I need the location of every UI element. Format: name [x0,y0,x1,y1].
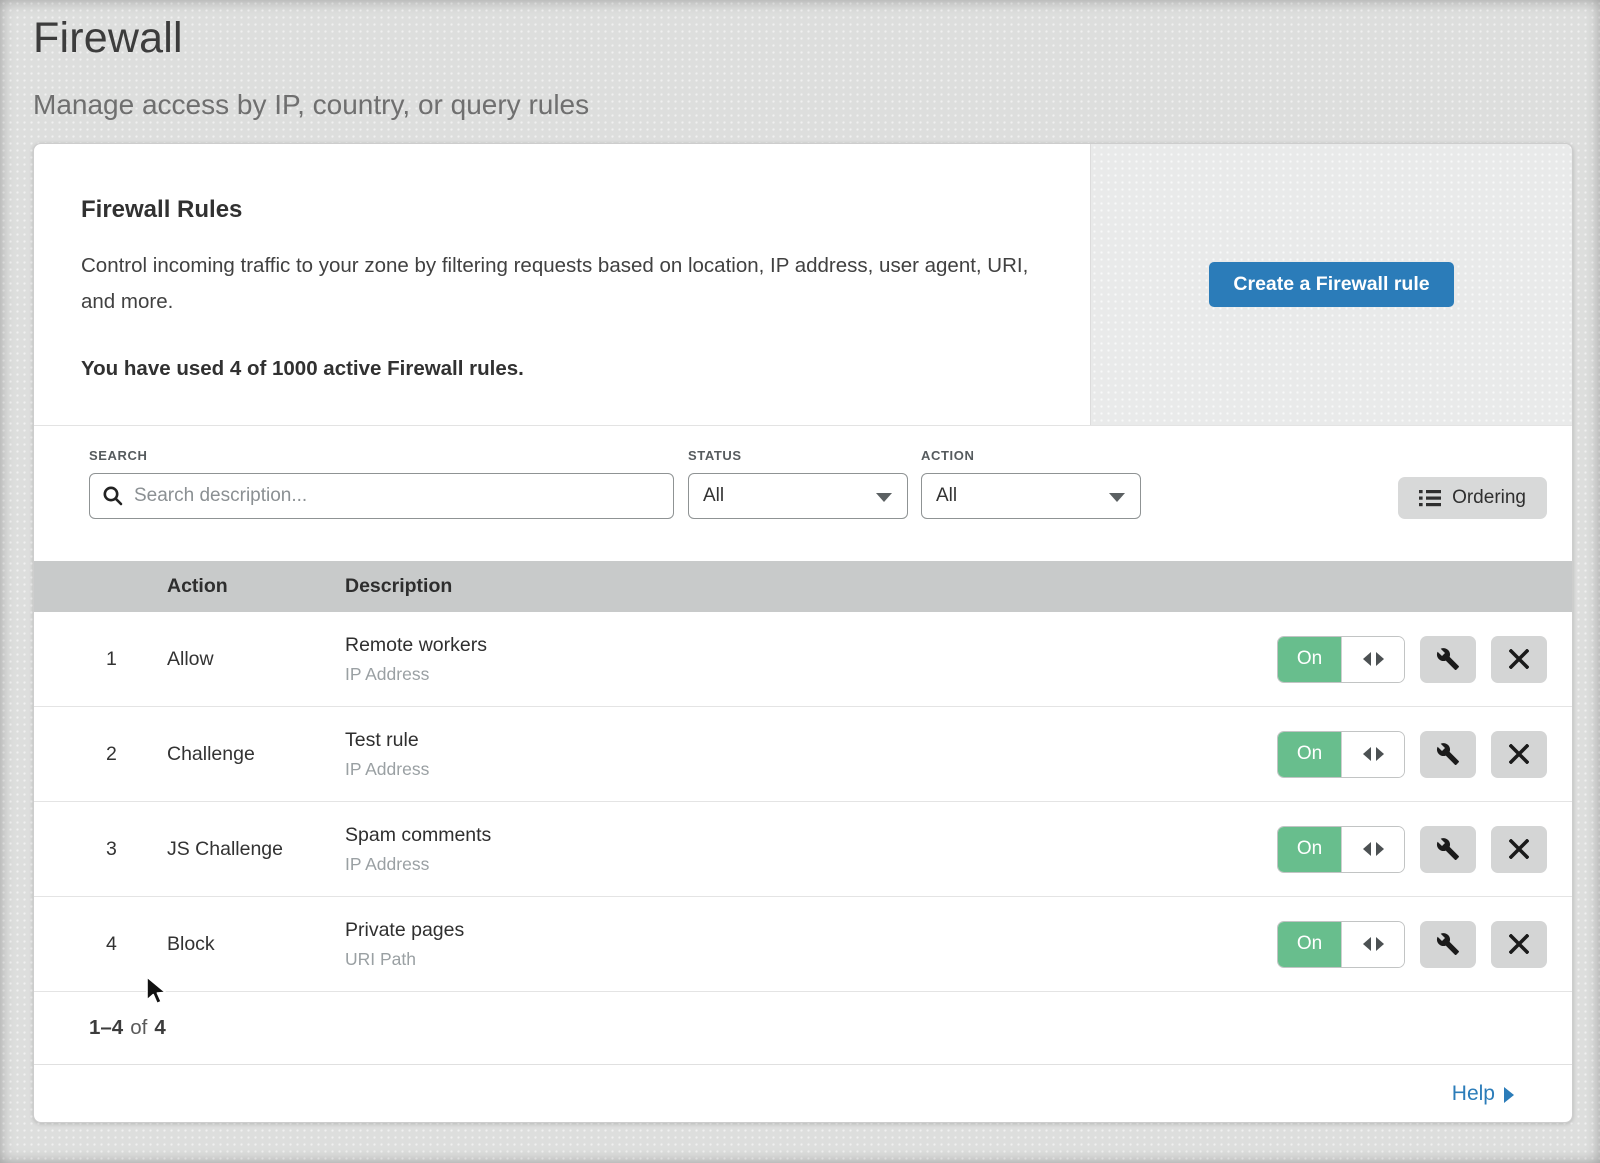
close-icon [1509,934,1529,954]
wrench-icon [1436,837,1460,861]
toggle-on-label: On [1278,732,1341,777]
status-selected-value: All [703,485,724,507]
table-header: Action Description [34,561,1572,612]
action-filter-group: ACTION All [921,448,1141,519]
triangle-right-icon [1504,1087,1514,1103]
rule-description: Test rule [345,729,1277,752]
search-filter-group: SEARCH [89,448,674,519]
chevron-down-icon [876,493,892,502]
ordering-button[interactable]: Ordering [1398,477,1547,519]
card-top-section: Firewall Rules Control incoming traffic … [34,144,1572,426]
action-selected-value: All [936,485,957,507]
status-select[interactable]: All [688,473,908,519]
firewall-page: Firewall Manage access by IP, country, o… [0,0,1600,1163]
page-subtitle: Manage access by IP, country, or query r… [33,89,1600,121]
page-title: Firewall [33,14,1600,63]
rule-action: Challenge [167,743,345,766]
rule-match-type: IP Address [345,664,1277,685]
usage-summary: You have used 4 of 1000 active Firewall … [81,357,1030,381]
edit-rule-button[interactable] [1420,636,1476,683]
rule-number: 2 [34,743,167,766]
search-icon [102,485,124,507]
toggle-handle-icon [1341,637,1404,682]
rule-action: Allow [167,648,345,671]
column-header-description: Description [345,575,1572,598]
toggle-on-label: On [1278,637,1341,682]
table-row: 1 Allow Remote workers IP Address On [34,612,1572,707]
rule-number: 1 [34,648,167,671]
delete-rule-button[interactable] [1491,731,1547,778]
search-label: SEARCH [89,448,674,463]
rule-match-type: URI Path [345,949,1277,970]
rule-description: Remote workers [345,634,1277,657]
edit-rule-button[interactable] [1420,921,1476,968]
action-select[interactable]: All [921,473,1141,519]
rule-enabled-toggle[interactable]: On [1277,921,1405,968]
rule-match-type: IP Address [345,759,1277,780]
rule-action: Block [167,933,345,956]
list-ordering-icon [1419,488,1441,508]
rule-number: 4 [34,933,167,956]
delete-rule-button[interactable] [1491,921,1547,968]
table-row: 3 JS Challenge Spam comments IP Address … [34,802,1572,897]
rule-number: 3 [34,838,167,861]
delete-rule-button[interactable] [1491,826,1547,873]
toggle-handle-icon [1341,922,1404,967]
card-description: Control incoming traffic to your zone by… [81,248,1030,321]
status-filter-group: STATUS All [688,448,908,519]
card-footer: Help [34,1065,1572,1122]
firewall-rules-card: Firewall Rules Control incoming traffic … [33,143,1573,1123]
wrench-icon [1436,742,1460,766]
card-heading: Firewall Rules [81,196,1030,224]
rule-action: JS Challenge [167,838,345,861]
rule-description: Spam comments [345,824,1277,847]
rule-enabled-toggle[interactable]: On [1277,731,1405,778]
rule-enabled-toggle[interactable]: On [1277,636,1405,683]
delete-rule-button[interactable] [1491,636,1547,683]
pagination-bar: 1–4 of 4 [34,992,1572,1065]
table-row: 2 Challenge Test rule IP Address On [34,707,1572,802]
table-row: 4 Block Private pages URI Path On [34,897,1572,992]
search-input[interactable] [89,473,674,519]
pagination-of-label: of [130,1016,147,1040]
toggle-on-label: On [1278,827,1341,872]
rule-description: Private pages [345,919,1277,942]
wrench-icon [1436,932,1460,956]
rule-match-type: IP Address [345,854,1277,875]
wrench-icon [1436,647,1460,671]
pagination-total: 4 [154,1016,165,1040]
toggle-on-label: On [1278,922,1341,967]
toggle-handle-icon [1341,827,1404,872]
mouse-cursor-icon [144,976,170,1006]
help-link-label: Help [1452,1082,1495,1106]
cta-panel: Create a Firewall rule [1090,144,1572,425]
edit-rule-button[interactable] [1420,826,1476,873]
close-icon [1509,839,1529,859]
column-header-action: Action [167,575,345,598]
chevron-down-icon [1109,493,1125,502]
edit-rule-button[interactable] [1420,731,1476,778]
intro-text-block: Firewall Rules Control incoming traffic … [34,144,1090,425]
page-header: Firewall Manage access by IP, country, o… [0,0,1600,121]
toggle-handle-icon [1341,732,1404,777]
filters-bar: SEARCH STATUS All ACTION [34,426,1572,561]
create-firewall-rule-button[interactable]: Create a Firewall rule [1209,262,1453,307]
close-icon [1509,649,1529,669]
close-icon [1509,744,1529,764]
rule-enabled-toggle[interactable]: On [1277,826,1405,873]
help-link[interactable]: Help [1452,1082,1514,1106]
action-label: ACTION [921,448,1141,463]
ordering-button-label: Ordering [1452,487,1526,509]
status-label: STATUS [688,448,908,463]
pagination-range: 1–4 [89,1016,123,1040]
